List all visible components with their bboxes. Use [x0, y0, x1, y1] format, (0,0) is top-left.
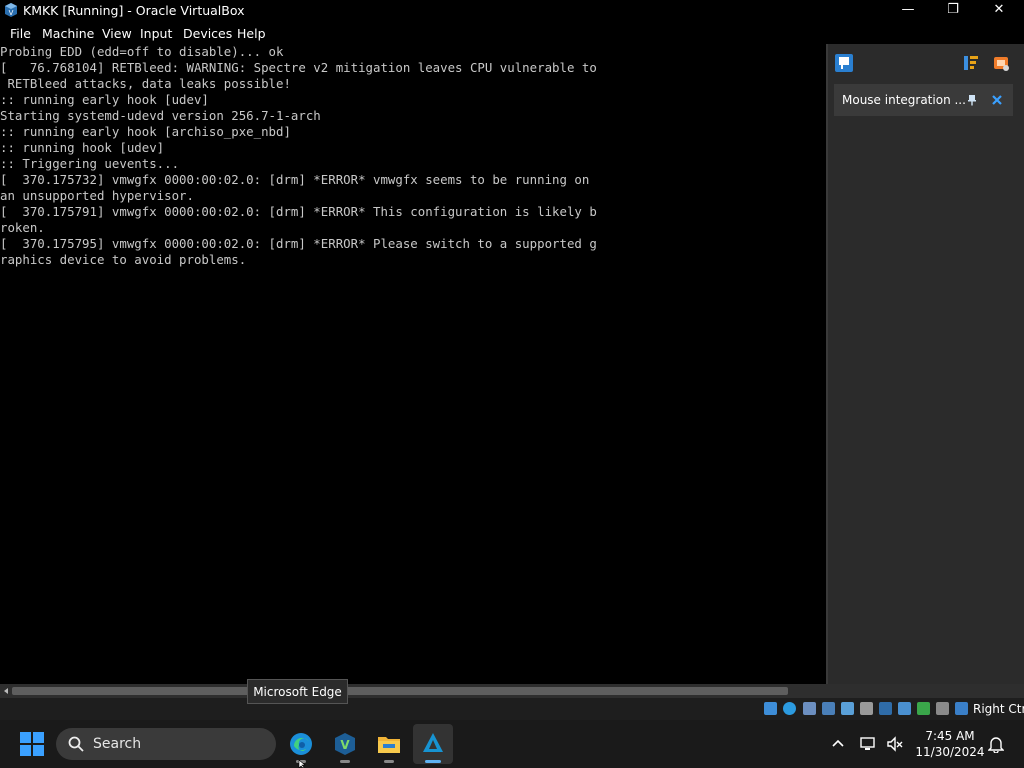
vm-status-bar: Right Ctrl: [0, 698, 1024, 720]
console-line: Starting systemd-udevd version 256.7-1-a…: [0, 108, 321, 123]
console-line: [ 370.175732] vmwgfx 0000:00:02.0: [drm]…: [0, 172, 590, 187]
close-icon[interactable]: [991, 94, 1003, 106]
taskbar-tooltip: Microsoft Edge: [247, 679, 348, 704]
console-line: [ 76.768104] RETBleed: WARNING: Spectre …: [0, 60, 597, 75]
console-line: Probing EDD (edd=off to disable)... ok: [0, 44, 284, 59]
usb-icon[interactable]: [841, 702, 854, 715]
hdd-icon[interactable]: [917, 702, 930, 715]
pin-icon[interactable]: [966, 94, 978, 106]
console-line: [ 370.175791] vmwgfx 0000:00:02.0: [drm]…: [0, 204, 597, 219]
optical-drive-icon[interactable]: [764, 702, 777, 715]
window-titlebar: V KMKK [Running] - Oracle VirtualBox — ❐…: [0, 0, 1024, 22]
app-running-indicator: [340, 760, 350, 763]
taskbar-clock[interactable]: 7:45 AM 11/30/2024: [913, 728, 987, 760]
network-status-icon[interactable]: [860, 735, 878, 753]
audio-icon[interactable]: [783, 702, 796, 715]
edge-icon: [290, 733, 312, 755]
video-capture-icon[interactable]: [803, 702, 816, 715]
shared-folders-icon[interactable]: [822, 702, 835, 715]
cpu-icon[interactable]: [936, 702, 949, 715]
clock-time: 7:45 AM: [925, 729, 975, 743]
menu-file[interactable]: File: [10, 26, 31, 41]
menu-machine[interactable]: Machine: [42, 26, 94, 41]
console-line: RETBleed attacks, data leaks possible!: [0, 76, 291, 91]
svg-text:V: V: [9, 9, 14, 17]
close-button[interactable]: ✕: [976, 0, 1022, 22]
search-placeholder: Search: [93, 736, 142, 752]
taskbar-app-file-explorer[interactable]: [369, 724, 409, 764]
notification-side-panel: Mouse integration ...: [828, 44, 1024, 684]
menu-devices[interactable]: Devices: [183, 26, 232, 41]
notice-label: Mouse integration ...: [842, 93, 966, 107]
search-icon: [68, 736, 84, 752]
minimize-button[interactable]: —: [885, 0, 931, 22]
vm-console-display[interactable]: Probing EDD (edd=off to disable)... ok […: [0, 44, 826, 684]
maximize-button[interactable]: ❐: [930, 0, 976, 22]
mouse-integration-notice[interactable]: Mouse integration ...: [834, 84, 1013, 116]
console-line: :: Triggering uevents...: [0, 156, 180, 171]
app-active-indicator: [425, 760, 441, 763]
info-panel-icon[interactable]: [834, 53, 854, 73]
console-line: roken.: [0, 220, 45, 235]
console-line: an unsupported hypervisor.: [0, 188, 194, 203]
taskbar-app-virtualbox-manager[interactable]: V: [325, 724, 365, 764]
chevron-up-icon[interactable]: [831, 737, 845, 751]
host-key-label: Right Ctrl: [973, 702, 1024, 716]
arch-vm-icon: [423, 733, 443, 752]
menu-help[interactable]: Help: [237, 26, 266, 41]
window-title: KMKK [Running] - Oracle VirtualBox: [23, 3, 245, 18]
recording-icon[interactable]: [898, 702, 911, 715]
volume-muted-icon[interactable]: [886, 735, 904, 753]
menu-view[interactable]: View: [102, 26, 132, 41]
taskbar-app-edge[interactable]: [281, 724, 321, 764]
console-line: [ 370.175795] vmwgfx 0000:00:02.0: [drm]…: [0, 236, 597, 251]
console-line: :: running hook [udev]: [0, 140, 165, 155]
virtualbox-app-icon: V: [5, 3, 17, 17]
mouse-icon[interactable]: [955, 702, 968, 715]
scroll-left-arrow-icon[interactable]: [2, 687, 10, 695]
notification-bell-icon[interactable]: [988, 735, 1004, 753]
app-running-indicator: [384, 760, 394, 763]
chip-icon[interactable]: [991, 53, 1011, 73]
horizontal-scrollbar[interactable]: [0, 684, 1024, 698]
scrollbar-thumb[interactable]: [12, 687, 788, 695]
console-line: :: running early hook [udev]: [0, 92, 209, 107]
windows-taskbar: Search V 7:45 AM 11/30/2024: [0, 720, 1024, 768]
menu-input[interactable]: Input: [140, 26, 172, 41]
mouse-cursor-icon: [298, 760, 306, 768]
folder-icon: [378, 737, 400, 753]
menu-bar: File Machine View Input Devices Help: [0, 22, 1024, 44]
display-icon[interactable]: [879, 702, 892, 715]
virtualbox-manager-icon: V: [335, 733, 355, 755]
taskbar-search-box[interactable]: Search: [56, 728, 276, 760]
network-icon[interactable]: [860, 702, 873, 715]
console-line: raphics device to avoid problems.: [0, 252, 247, 267]
clock-date: 11/30/2024: [915, 745, 985, 759]
taskbar-app-arch-vm[interactable]: [413, 724, 453, 764]
console-line: :: running early hook [archiso_pxe_nbd]: [0, 124, 291, 139]
sort-icon[interactable]: [961, 53, 981, 73]
windows-start-icon[interactable]: [20, 732, 44, 756]
svg-text:V: V: [340, 738, 350, 752]
